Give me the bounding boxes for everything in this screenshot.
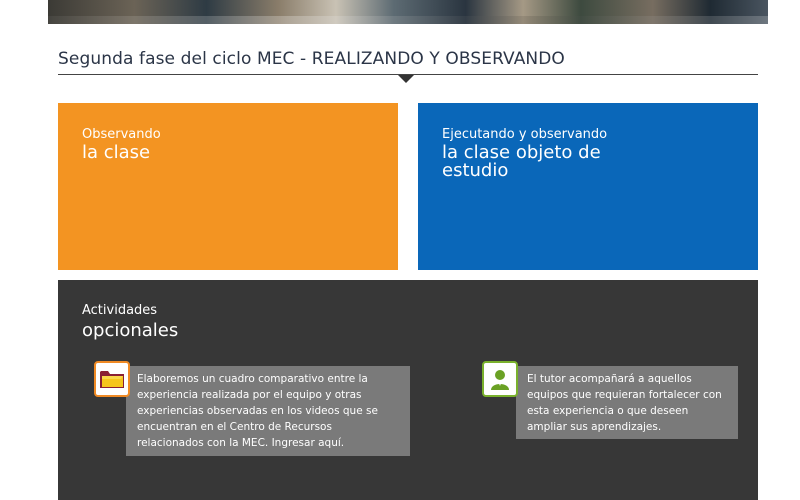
down-arrow-icon	[398, 75, 414, 83]
card-observando-la-clase[interactable]: Observando la clase	[58, 103, 398, 270]
card-ejecutando-y-observando[interactable]: Ejecutando y observando la clase objeto …	[418, 103, 758, 270]
section-title: Segunda fase del ciclo MEC - REALIZANDO …	[58, 49, 565, 69]
card-subtitle: Ejecutando y observando	[442, 127, 608, 142]
user-icon[interactable]	[482, 361, 518, 397]
activity-tutor-support[interactable]: El tutor acompañará a aquellos equipos q…	[516, 366, 738, 439]
card-title: la clase	[82, 142, 151, 163]
card-title: la clase objeto de estudio	[442, 142, 601, 181]
card-subtitle: Observando	[82, 127, 161, 142]
panel-subtitle: Actividades	[82, 303, 158, 318]
folder-icon[interactable]	[94, 361, 130, 397]
panel-title: opcionales	[82, 320, 179, 341]
hero-photo	[48, 0, 768, 24]
optional-activities-panel: Actividades opcionales Elaboremos un cua…	[58, 280, 758, 500]
activity-comparative-table[interactable]: Elaboremos un cuadro comparativo entre l…	[126, 366, 410, 456]
